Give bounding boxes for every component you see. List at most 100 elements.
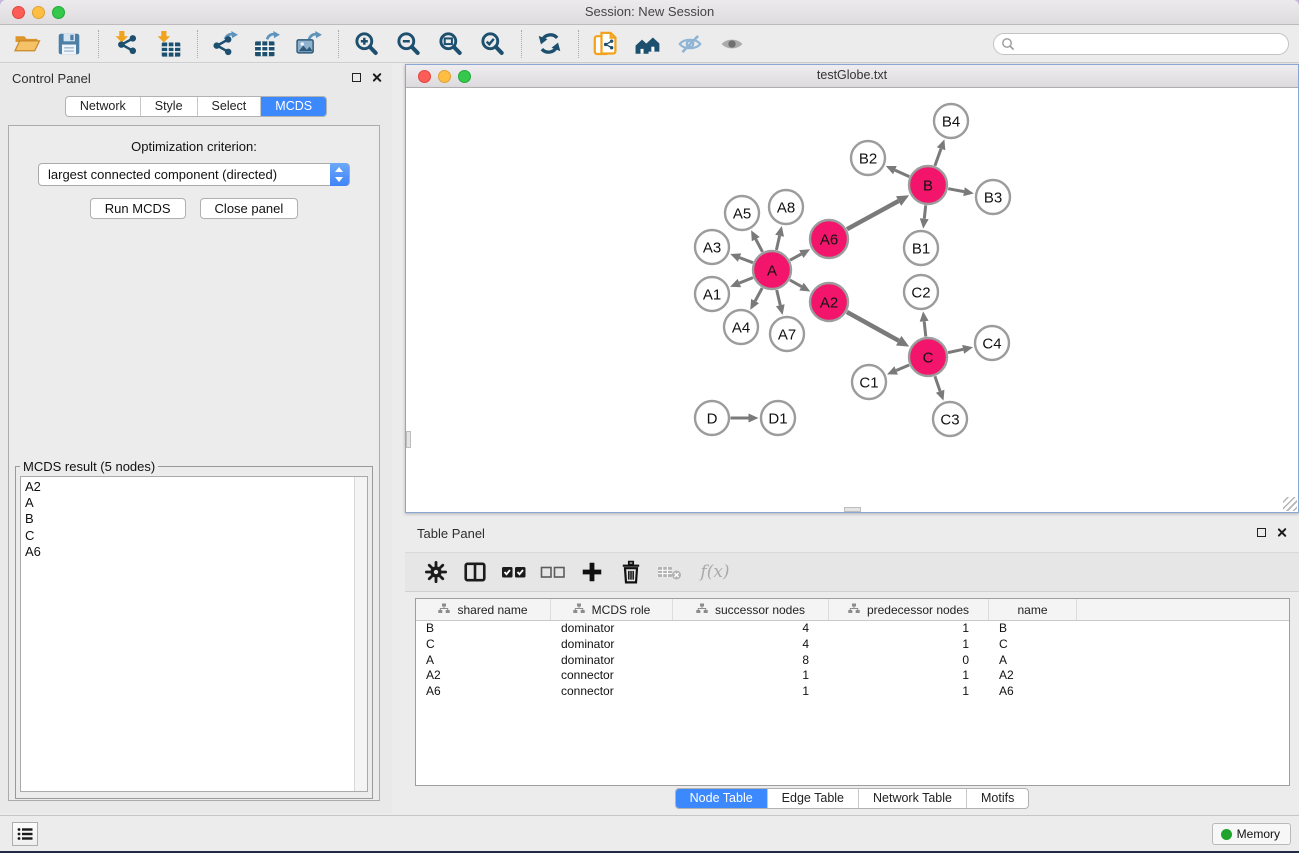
zoom-selected-icon[interactable] [475,28,509,60]
table-cell[interactable]: A2 [416,668,551,684]
table-cell[interactable]: 1 [829,684,989,700]
graph-node-C1[interactable]: C1 [852,365,886,399]
memory-button[interactable]: Memory [1212,823,1291,845]
graph-node-A1[interactable]: A1 [695,277,729,311]
node-table[interactable]: shared nameMCDS rolesuccessor nodesprede… [415,598,1290,786]
graph-edge-A-A8[interactable] [775,226,784,250]
zoom-fit-icon[interactable] [433,28,467,60]
table-cell[interactable]: dominator [551,653,673,669]
graph-edge-A-A1[interactable] [730,278,753,288]
column-header-predecessor-nodes[interactable]: predecessor nodes [829,599,989,620]
table-close-icon[interactable] [1276,527,1287,538]
graph-edge-B-B2[interactable] [886,166,910,177]
table-cell[interactable]: 1 [829,637,989,653]
graph-node-A7[interactable]: A7 [770,317,804,351]
pane-splitter-horizontal[interactable] [844,507,861,512]
split-columns-icon[interactable] [462,559,488,585]
import-network-icon[interactable] [109,28,143,60]
graph-edge-D-D1[interactable] [731,414,759,423]
graph-node-D1[interactable]: D1 [761,401,795,435]
graph-edge-C-C3[interactable] [935,376,945,400]
tab-select[interactable]: Select [197,97,261,116]
optimization-criterion-dropdown[interactable]: largest connected component (directed) [38,163,350,186]
table-cell[interactable]: connector [551,684,673,700]
graph-node-A6[interactable]: A6 [810,220,848,258]
graph-node-C4[interactable]: C4 [975,326,1009,360]
copy-network-icon[interactable] [589,28,623,60]
graph-edge-B-B3[interactable] [948,187,974,196]
table-cell[interactable]: A [416,653,551,669]
graph-node-B4[interactable]: B4 [934,104,968,138]
delete-column-icon[interactable] [618,559,644,585]
add-column-icon[interactable] [579,559,605,585]
mcds-result-item[interactable]: A [21,495,367,511]
resize-grip-icon[interactable] [1283,497,1297,511]
table-cell[interactable]: 4 [673,621,829,637]
home-icon[interactable] [631,28,665,60]
search-input[interactable] [993,33,1289,55]
graph-node-B1[interactable]: B1 [904,231,938,265]
graph-edge-A2-C[interactable] [847,312,909,347]
tab-style[interactable]: Style [140,97,197,116]
table-cell[interactable]: A2 [989,668,1077,684]
graph-node-A8[interactable]: A8 [769,190,803,224]
graph-node-B3[interactable]: B3 [976,180,1010,214]
table-cell[interactable]: A [989,653,1077,669]
table-cell[interactable]: dominator [551,621,673,637]
float-panel-icon[interactable] [352,73,361,82]
graph-node-A3[interactable]: A3 [695,230,729,264]
export-table-icon[interactable] [250,28,284,60]
import-table-icon[interactable] [151,28,185,60]
graph-edge-A-A3[interactable] [730,253,753,262]
table-cell[interactable]: 0 [829,653,989,669]
table-float-icon[interactable] [1257,528,1266,537]
table-cell[interactable]: 1 [673,684,829,700]
table-cell[interactable]: C [416,637,551,653]
column-header-name[interactable]: name [989,599,1077,620]
column-header-MCDS-role[interactable]: MCDS role [551,599,673,620]
graph-node-A2[interactable]: A2 [810,283,848,321]
deselect-all-icon[interactable] [540,559,566,585]
run-mcds-button[interactable]: Run MCDS [90,198,186,219]
mcds-result-item[interactable]: A6 [21,544,367,560]
column-header-successor-nodes[interactable]: successor nodes [673,599,829,620]
graph-edge-C-C2[interactable] [920,311,929,336]
graph-node-D[interactable]: D [695,401,729,435]
table-cell[interactable]: 8 [673,653,829,669]
graph-edge-A-A7[interactable] [776,290,785,315]
graph-node-C3[interactable]: C3 [933,402,967,436]
graph-edge-A-A2[interactable] [790,280,810,292]
table-cell[interactable]: C [989,637,1077,653]
tab-motifs[interactable]: Motifs [966,789,1028,808]
refresh-network-icon[interactable] [532,28,566,60]
export-network-icon[interactable] [208,28,242,60]
zoom-in-icon[interactable] [349,28,383,60]
settings-gear-icon[interactable] [423,559,449,585]
hide-panels-icon[interactable] [673,28,707,60]
graph-edge-A-A5[interactable] [751,230,762,252]
graph-node-B2[interactable]: B2 [851,141,885,175]
export-image-icon[interactable] [292,28,326,60]
graph-edge-A-A6[interactable] [790,249,810,260]
table-cell[interactable]: A6 [989,684,1077,700]
table-cell[interactable]: 1 [829,668,989,684]
tab-network-table[interactable]: Network Table [858,789,966,808]
network-window-titlebar[interactable]: testGlobe.txt [406,65,1298,88]
pane-splitter-vertical[interactable] [406,431,411,448]
graph-edge-A-A4[interactable] [750,288,762,310]
table-cell[interactable]: B [989,621,1077,637]
graph-node-B[interactable]: B [909,166,947,204]
table-cell[interactable]: dominator [551,637,673,653]
mcds-result-item[interactable]: B [21,511,367,527]
graph-edge-B-B4[interactable] [935,139,945,165]
tab-edge-table[interactable]: Edge Table [767,789,858,808]
graph-node-C2[interactable]: C2 [904,275,938,309]
zoom-out-icon[interactable] [391,28,425,60]
table-row[interactable]: Cdominator41C [416,637,1289,653]
table-cell[interactable]: 1 [829,621,989,637]
table-row[interactable]: A2connector11A2 [416,668,1289,684]
table-row[interactable]: Adominator80A [416,653,1289,669]
tab-network[interactable]: Network [66,97,140,116]
table-cell[interactable]: B [416,621,551,637]
show-panels-icon[interactable] [715,28,749,60]
